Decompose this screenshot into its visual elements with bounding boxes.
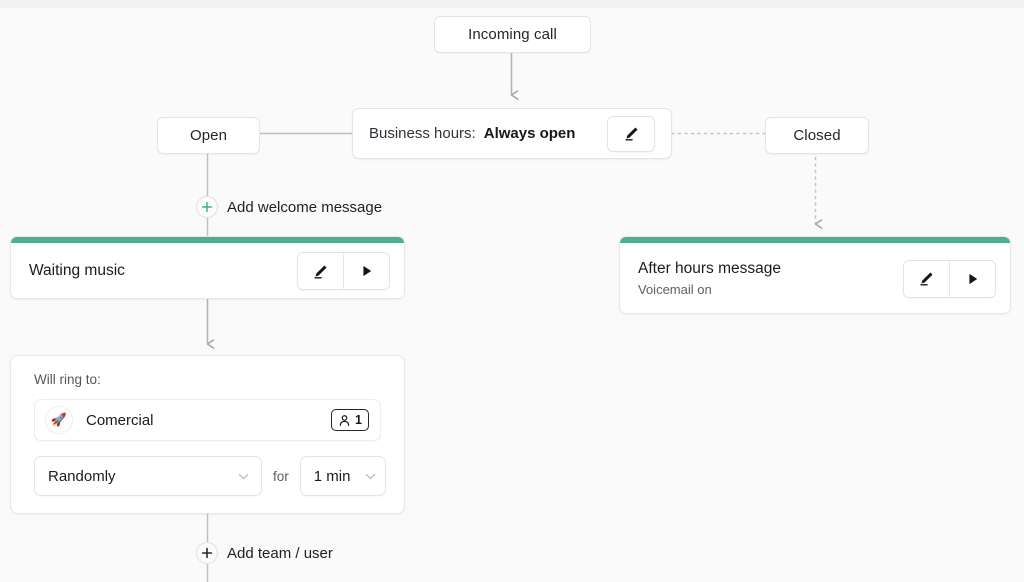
waiting-music-actions xyxy=(297,252,390,290)
for-label: for xyxy=(273,469,289,484)
after-hours-message-card[interactable]: After hours message Voicemail on xyxy=(619,236,1011,314)
chevron-down-icon xyxy=(236,469,251,484)
after-hours-play-button[interactable] xyxy=(949,261,995,297)
branch-open-label: Open xyxy=(190,127,227,144)
pencil-icon xyxy=(312,263,329,280)
member-avatar: 🚀 xyxy=(45,406,73,434)
add-welcome-message-label: Add welcome message xyxy=(227,199,382,216)
waiting-music-play-button[interactable] xyxy=(343,253,389,289)
business-hours-label: Business hours: xyxy=(369,125,476,142)
business-hours-value: Always open xyxy=(484,125,576,142)
business-hours-node[interactable]: Business hours: Always open xyxy=(352,108,672,159)
member-name: Comercial xyxy=(86,412,331,429)
ring-strategy-value: Randomly xyxy=(48,468,116,485)
after-hours-text-block: After hours message Voicemail on xyxy=(638,260,781,297)
incoming-call-label: Incoming call xyxy=(468,26,557,43)
business-hours-edit-button[interactable] xyxy=(607,116,655,152)
add-welcome-message-row[interactable]: Add welcome message xyxy=(196,196,382,218)
branch-open-node[interactable]: Open xyxy=(157,117,260,154)
play-icon xyxy=(360,264,374,278)
pencil-icon xyxy=(623,125,640,142)
call-flow-canvas: Incoming call Open Closed Business hours… xyxy=(0,0,1024,582)
plus-icon[interactable] xyxy=(196,542,218,564)
pencil-icon xyxy=(918,270,935,287)
ring-duration-select[interactable]: 1 min xyxy=(300,456,386,496)
rocket-emoji-icon: 🚀 xyxy=(51,412,67,428)
waiting-music-edit-button[interactable] xyxy=(298,253,343,289)
member-count-badge: 1 xyxy=(331,409,369,431)
add-team-user-label: Add team / user xyxy=(227,545,333,562)
ring-to-member-row[interactable]: 🚀 Comercial 1 xyxy=(34,399,381,441)
branch-closed-label: Closed xyxy=(793,127,840,144)
after-hours-title: After hours message xyxy=(638,260,781,278)
person-icon xyxy=(338,414,351,427)
member-count-value: 1 xyxy=(355,413,362,427)
add-team-user-row[interactable]: Add team / user xyxy=(196,542,333,564)
chevron-down-icon xyxy=(363,469,378,484)
plus-icon[interactable] xyxy=(196,196,218,218)
ring-strategy-select[interactable]: Randomly xyxy=(34,456,262,496)
play-icon xyxy=(966,272,980,286)
after-hours-actions xyxy=(903,260,996,298)
top-edge-strip xyxy=(0,0,1024,8)
after-hours-subtitle: Voicemail on xyxy=(638,282,781,297)
branch-closed-node[interactable]: Closed xyxy=(765,117,869,154)
incoming-call-node[interactable]: Incoming call xyxy=(434,16,591,53)
ring-to-panel: Will ring to: 🚀 Comercial 1 Randomly xyxy=(10,355,405,514)
ring-to-caption: Will ring to: xyxy=(34,372,389,387)
waiting-music-title: Waiting music xyxy=(29,262,125,280)
waiting-music-card[interactable]: Waiting music xyxy=(10,236,405,299)
after-hours-edit-button[interactable] xyxy=(904,261,949,297)
ring-duration-value: 1 min xyxy=(314,468,351,485)
